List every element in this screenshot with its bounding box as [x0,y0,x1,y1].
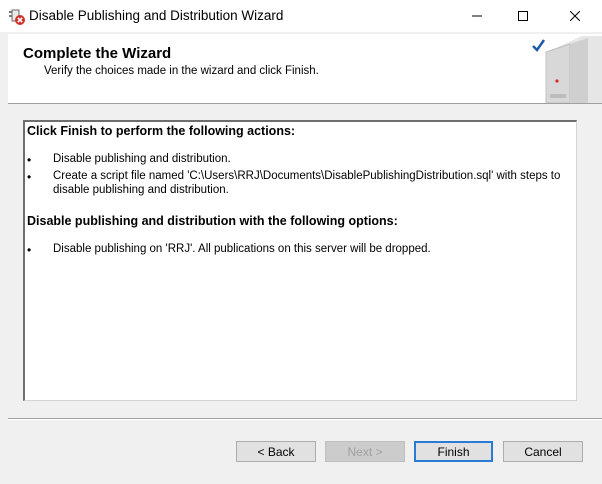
list-item: Disable publishing on 'RRJ'. All publica… [53,243,431,255]
page-title: Complete the Wizard [23,45,172,62]
bullet: • [27,170,32,184]
back-button[interactable]: < Back [236,441,316,462]
bullet: • [27,153,32,167]
close-button[interactable] [552,0,598,32]
close-icon [570,11,580,21]
actions-heading: Click Finish to perform the following ac… [27,124,296,138]
list-item: Disable publishing and distribution. [53,153,231,165]
wizard-app-icon [8,8,26,26]
options-heading: Disable publishing and distribution with… [27,214,398,228]
minimize-button[interactable] [454,0,500,32]
maximize-button[interactable] [500,0,546,32]
checkmark-icon [532,39,546,52]
wizard-header: Complete the Wizard Verify the choices m… [8,34,602,104]
server-graphic [526,34,602,104]
finish-button[interactable]: Finish [414,441,493,462]
list-item: Create a script file named 'C:\Users\RRJ… [53,170,561,196]
title-bar: Disable Publishing and Distribution Wiza… [0,0,602,32]
next-button[interactable]: Next > [325,441,405,462]
bullet: • [27,243,32,257]
cancel-button[interactable]: Cancel [503,441,583,462]
page-subtitle: Verify the choices made in the wizard an… [44,65,319,77]
minimize-icon [472,15,482,17]
maximize-icon [518,11,528,21]
window-title: Disable Publishing and Distribution Wiza… [29,8,284,23]
summary-panel[interactable]: Click Finish to perform the following ac… [23,120,577,401]
divider [8,418,602,420]
